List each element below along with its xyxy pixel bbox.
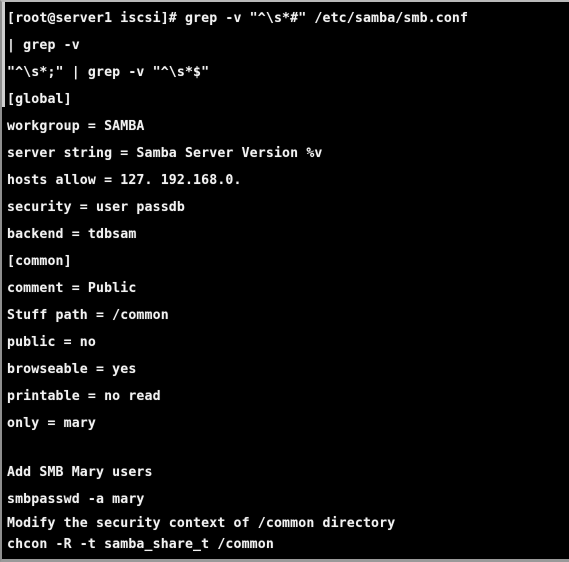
terminal-line: public = no	[7, 335, 96, 350]
terminal-line: hosts allow = 127. 192.168.0.	[7, 173, 242, 188]
terminal-line: workgroup = SAMBA	[7, 119, 145, 134]
terminal-line: security = user passdb	[7, 200, 185, 215]
terminal-line: browseable = yes	[7, 362, 137, 377]
terminal-line: Add SMB Mary users	[7, 465, 153, 480]
terminal-line: [global]	[7, 92, 72, 107]
terminal-line: backend = tdbsam	[7, 227, 137, 242]
terminal-line: Stuff path = /common	[7, 308, 169, 323]
terminal-line: only = mary	[7, 416, 96, 431]
terminal-line: server string = Samba Server Version %v	[7, 146, 323, 161]
terminal-line: printable = no read	[7, 389, 161, 404]
terminal-line: [common]	[7, 254, 72, 269]
terminal-line: | grep -v	[7, 38, 80, 53]
left-edge-strip	[2, 2, 5, 107]
terminal-line: Modify the security context of /common d…	[7, 516, 396, 531]
terminal-line: chcon -R -t samba_share_t /common	[7, 537, 274, 552]
terminal-output-area[interactable]: [root@server1 iscsi]# grep -v "^\s*#" /e…	[2, 2, 569, 558]
terminal-line: "^\s*;" | grep -v "^\s*$"	[7, 65, 210, 80]
terminal-window[interactable]: [root@server1 iscsi]# grep -v "^\s*#" /e…	[0, 0, 569, 562]
terminal-line: comment = Public	[7, 281, 137, 296]
terminal-line: smbpasswd -a mary	[7, 492, 145, 507]
terminal-line: [root@server1 iscsi]# grep -v "^\s*#" /e…	[7, 11, 469, 26]
